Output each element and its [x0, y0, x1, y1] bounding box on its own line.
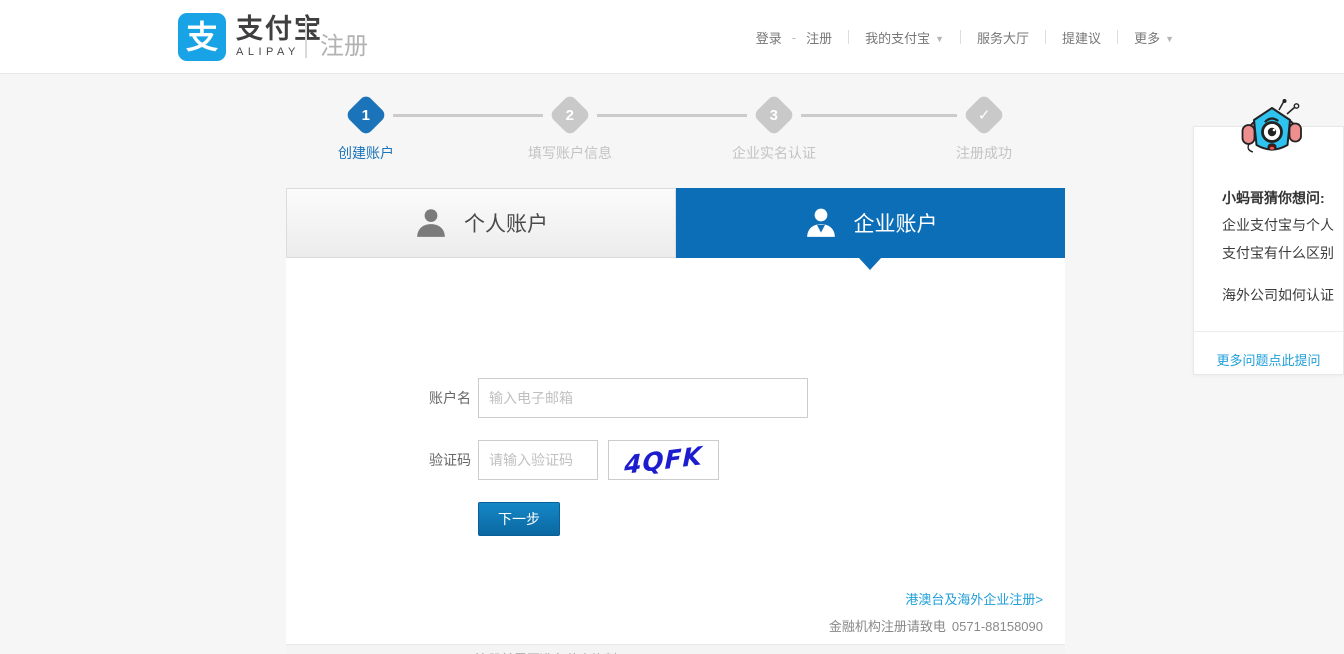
helper-question-1-line2[interactable]: 支付宝有什么区别: [1222, 243, 1334, 263]
registration-card: 个人账户 企业账户 账户名 验证码 4QFK 下一步 港澳台及海外企业注册> 金…: [286, 188, 1065, 654]
registration-page: 支 支付宝 ALIPAY 注册 登录 - 注册 我的支付宝 ▼ 服务大厅 提建议 …: [0, 0, 1344, 654]
progress-stepper: 1 创建账户 2 填写账户信息 3 企业实名认证 ✓ 注册成功: [286, 93, 1065, 167]
captcha-image[interactable]: 4QFK: [608, 440, 719, 480]
helper-divider: [1194, 331, 1343, 332]
captcha-code-text: 4QFK: [623, 440, 704, 480]
brand-name-en: ALIPAY: [236, 46, 300, 58]
prepare-materials-accordion[interactable]: 注册前需要准备什么资料? ▼: [286, 644, 1065, 654]
business-person-icon: [804, 206, 838, 240]
header: 支 支付宝 ALIPAY 注册 登录 - 注册 我的支付宝 ▼ 服务大厅 提建议 …: [0, 0, 1344, 74]
step-1-badge: 1: [344, 93, 388, 137]
tab-personal-label: 个人账户: [464, 213, 548, 236]
step-connector: [597, 114, 747, 117]
page-title: 注册: [320, 33, 368, 60]
tab-personal-account[interactable]: 个人账户: [286, 188, 676, 258]
nav-suggestion[interactable]: 提建议: [1062, 28, 1101, 47]
tab-enterprise-account[interactable]: 企业账户: [676, 188, 1065, 258]
brand-name-cn: 支付宝: [236, 14, 323, 44]
nav-register[interactable]: 注册: [806, 28, 832, 47]
logo-divider: [305, 18, 307, 58]
helper-more-link[interactable]: 更多问题点此提问: [1194, 350, 1343, 369]
step-connector: [801, 114, 957, 117]
person-icon: [414, 206, 448, 240]
step-success: ✓ 注册成功: [956, 93, 1012, 163]
helper-title: 小蚂哥猜你想问:: [1222, 190, 1325, 206]
step-connector: [393, 114, 543, 117]
step-4-check-icon: ✓: [962, 93, 1006, 137]
top-nav: 登录 - 注册 我的支付宝 ▼ 服务大厅 提建议 更多 ▼: [756, 0, 1174, 74]
account-email-input[interactable]: [478, 378, 808, 418]
nav-dash: -: [791, 29, 797, 45]
helper-question-2[interactable]: 海外公司如何认证: [1222, 285, 1334, 305]
nav-login[interactable]: 登录: [756, 28, 782, 47]
step-1-label: 创建账户: [338, 145, 394, 161]
account-type-tabs: 个人账户 企业账户: [286, 188, 1065, 270]
captcha-input[interactable]: [478, 440, 598, 480]
nav-more[interactable]: 更多 ▼: [1134, 28, 1174, 47]
helper-question-1-line1[interactable]: 企业支付宝与个人: [1222, 215, 1334, 235]
nav-service-hall[interactable]: 服务大厅: [977, 28, 1029, 47]
enterprise-register-form: 账户名 验证码 4QFK 下一步 港澳台及海外企业注册> 金融机构注册请致电 05…: [286, 258, 1065, 654]
nav-my-alipay[interactable]: 我的支付宝 ▼: [865, 28, 944, 47]
alipay-logo-icon[interactable]: 支: [178, 13, 226, 61]
step-verify-enterprise: 3 企业实名认证: [732, 93, 816, 163]
tab-enterprise-label: 企业账户: [853, 213, 938, 236]
finance-phone-number: 0571-88158090: [951, 619, 1043, 634]
account-name-label: 账户名: [429, 390, 471, 406]
nav-separator: [848, 30, 850, 44]
chevron-down-icon: ▼: [935, 33, 945, 44]
step-2-label: 填写账户信息: [528, 145, 612, 161]
overseas-register-link[interactable]: 港澳台及海外企业注册>: [905, 589, 1043, 608]
accordion-question-label: 注册前需要准备什么资料?: [475, 649, 625, 654]
step-3-badge: 3: [752, 93, 796, 137]
step-create-account: 1 创建账户: [338, 93, 394, 163]
brand-wordmark: 支付宝 ALIPAY: [236, 14, 323, 58]
step-fill-info: 2 填写账户信息: [528, 93, 612, 163]
next-step-button[interactable]: 下一步: [478, 502, 560, 536]
helper-panel: 小蚂哥猜你想问: 企业支付宝与个人 支付宝有什么区别 海外公司如何认证 更多问题…: [1193, 99, 1344, 375]
step-3-label: 企业实名认证: [732, 145, 816, 161]
finance-contact-text: 金融机构注册请致电: [828, 619, 946, 634]
mascot-robot-icon: [1241, 99, 1302, 153]
nav-separator: [1117, 30, 1119, 44]
nav-separator: [960, 30, 962, 44]
alipay-logo-glyph: 支: [185, 19, 218, 55]
captcha-label: 验证码: [429, 452, 471, 468]
step-2-badge: 2: [548, 93, 592, 137]
finance-contact-line: 金融机构注册请致电 0571-88158090: [829, 616, 1043, 635]
chevron-down-icon: ▼: [1165, 33, 1174, 44]
nav-separator: [1045, 30, 1047, 44]
step-4-label: 注册成功: [956, 145, 1012, 161]
